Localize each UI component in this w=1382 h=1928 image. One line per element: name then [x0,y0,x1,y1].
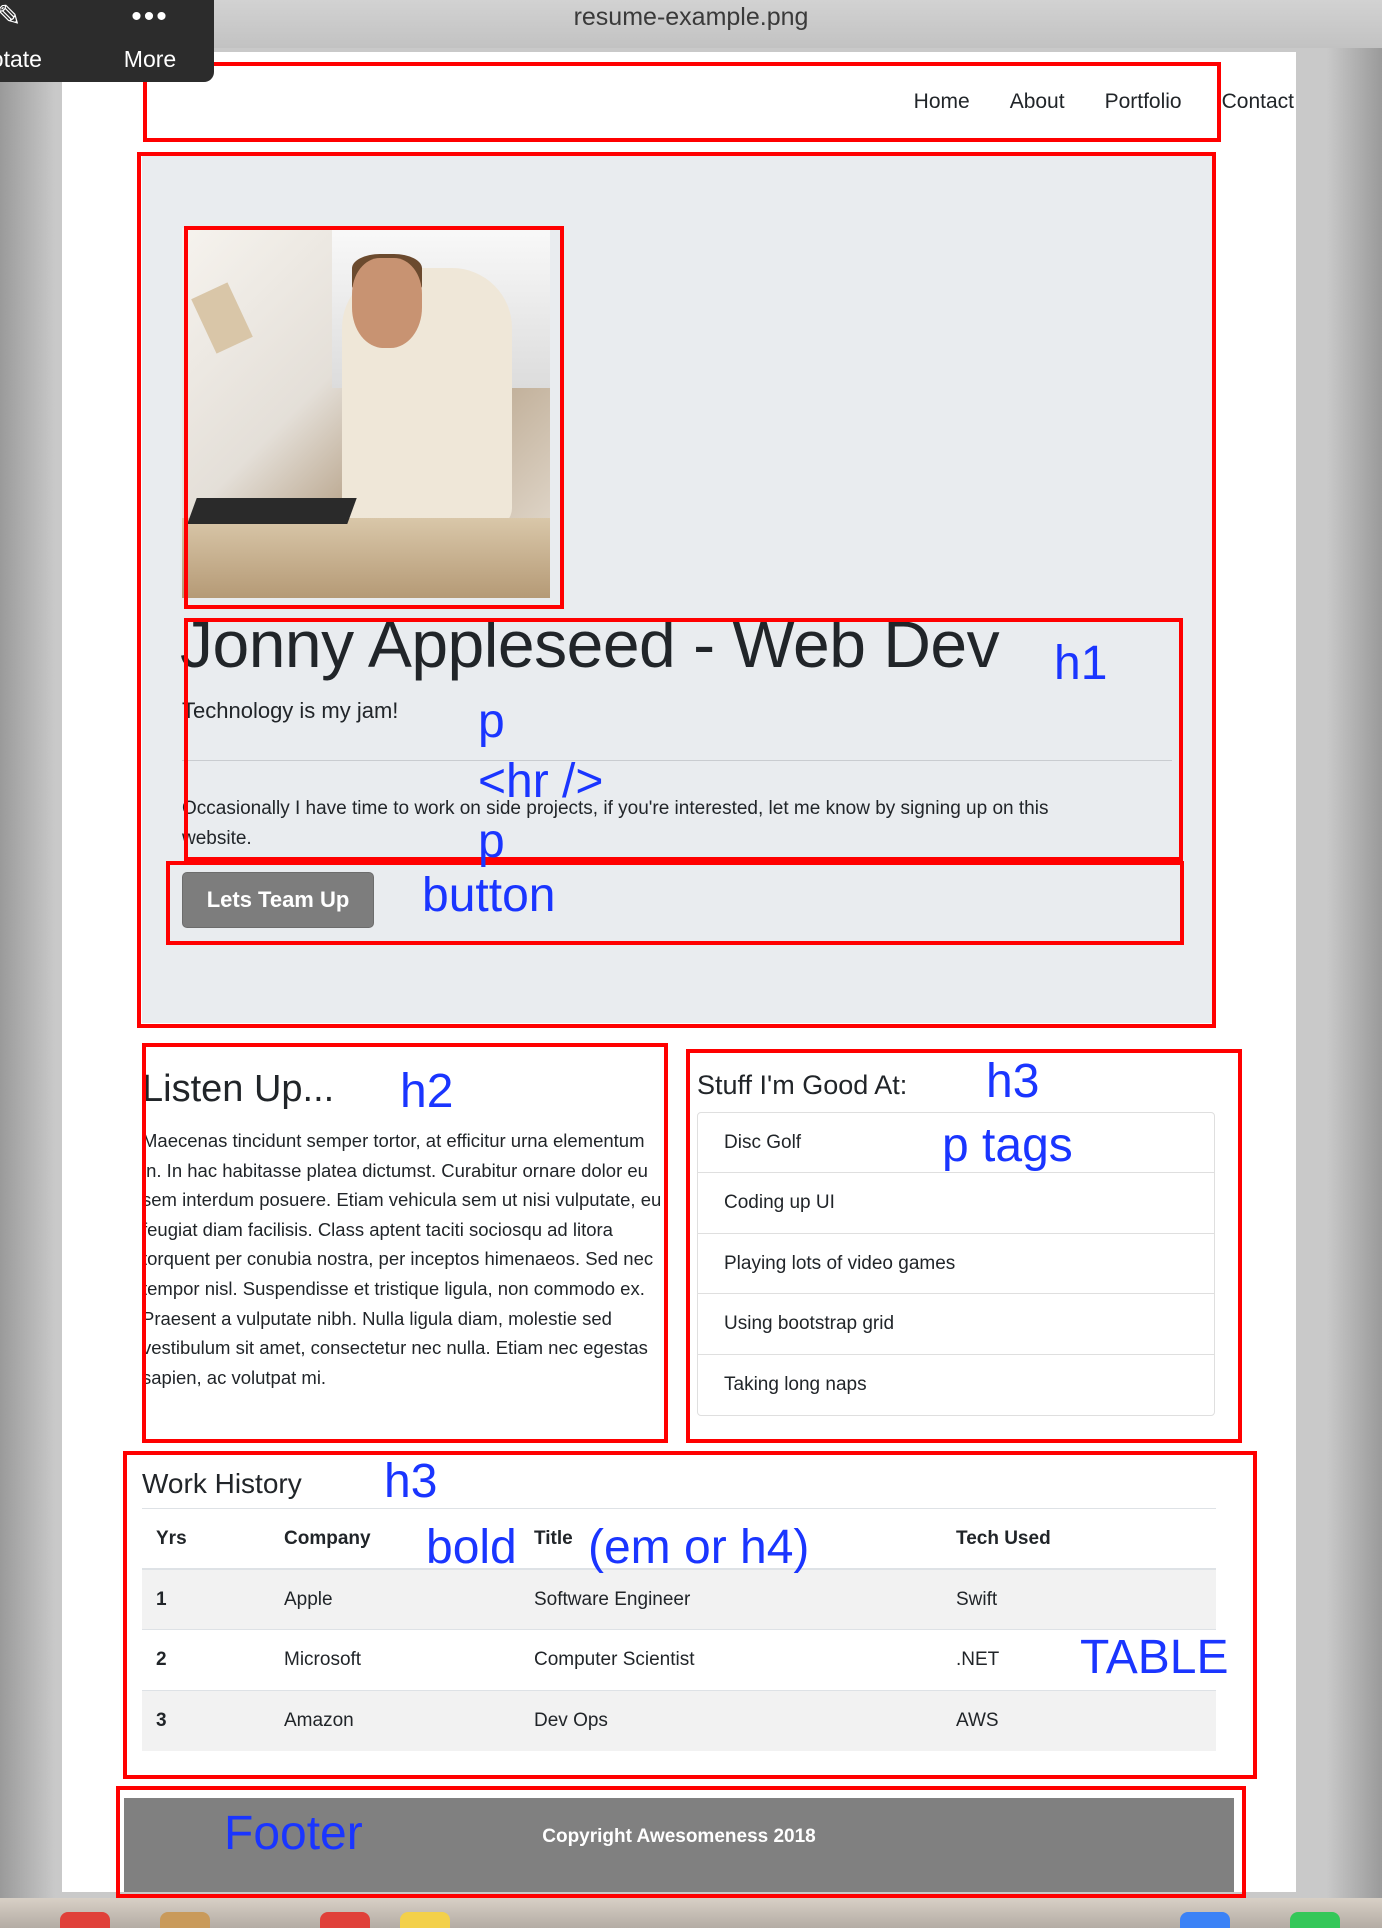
dock-app-icon[interactable] [1290,1912,1340,1928]
pencil-icon: ✎ [0,0,24,33]
annotation-hr: <hr /> [478,755,604,808]
text-annotation-box [184,618,1183,861]
button-annotation-box [166,861,1184,945]
annotate-label: notate [0,46,42,72]
annotate-button[interactable]: ✎ notate [0,0,60,82]
annotation-h2: h2 [400,1065,454,1118]
annotation-p-tags: p tags [942,1119,1073,1172]
annotation-h3: h3 [384,1455,438,1508]
table-annotation-box [123,1451,1257,1779]
window-title: resume-example.png [573,3,809,31]
more-button[interactable]: ••• More [100,0,200,82]
annotation-bold: bold [426,1521,517,1574]
annotation-h1: h1 [1054,637,1108,690]
more-label: More [123,46,177,72]
annotation-p: p [478,815,505,868]
annotation-table: TABLE [1080,1631,1229,1684]
annotation-em-or-h4: (em or h4) [588,1521,810,1574]
markup-toolbar: ✎ notate ••• More [0,0,214,82]
photo-annotation-box [184,226,564,609]
annotation-footer: Footer [224,1807,363,1860]
dock-app-icon[interactable] [60,1912,110,1928]
skills-annotation-box [686,1049,1242,1443]
nav-contact[interactable]: Contact [1222,90,1294,114]
nav-annotation-box [143,62,1221,142]
dock-app-icon[interactable] [160,1912,210,1928]
dock-app-icon[interactable] [400,1912,450,1928]
ellipsis-icon: ••• [131,0,169,33]
annotation-p: p [478,695,505,748]
annotation-button: button [422,869,556,922]
dock-app-icon[interactable] [320,1912,370,1928]
annotation-h3: h3 [986,1055,1040,1108]
dock-strip [0,1898,1382,1928]
dock-app-icon[interactable] [1180,1912,1230,1928]
